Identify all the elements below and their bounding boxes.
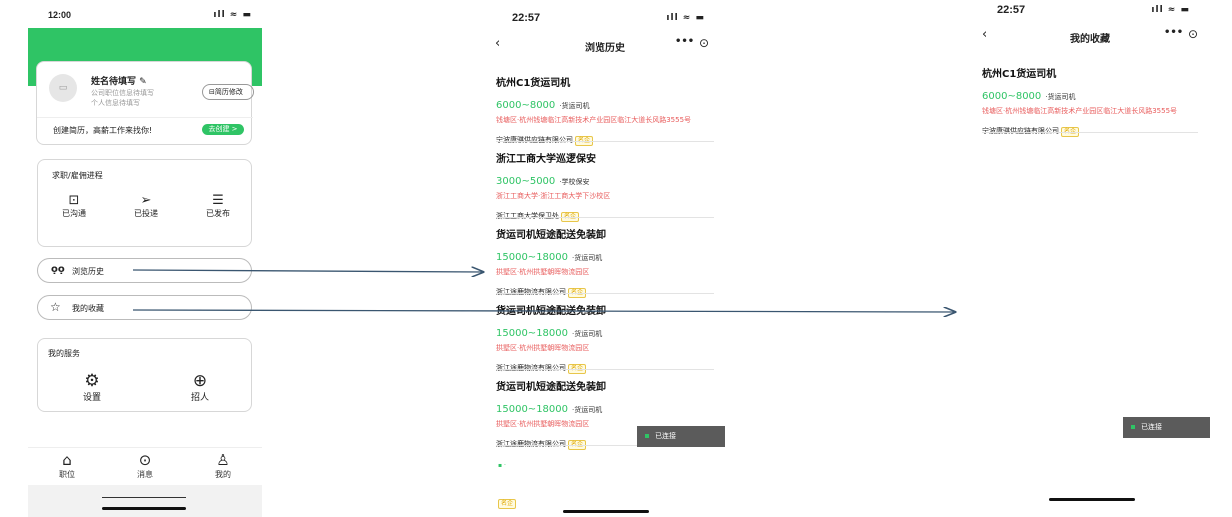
- arrow-history-to-history-screen: [132, 270, 483, 272]
- annotation-arrows: [132, 0, 1232, 517]
- arrow-favorites-to-favorites-screen: [132, 310, 955, 312]
